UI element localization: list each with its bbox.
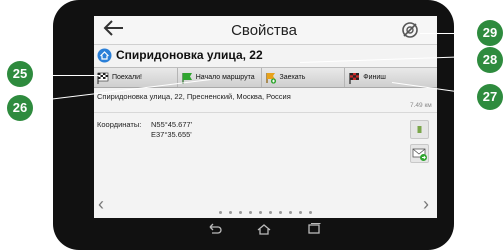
arrow-left-icon [103,20,123,36]
checkered-flag-icon [97,72,109,84]
via-flag-add-icon [265,72,276,84]
title-bar: Свойства [94,16,437,45]
android-home-icon[interactable] [256,222,272,236]
back-button[interactable] [102,19,126,41]
envelope-send-icon [412,148,427,161]
via-point-button[interactable]: Заехать [262,68,346,87]
finish-button[interactable]: Финиш [345,68,437,87]
gps-off-icon[interactable] [401,21,419,39]
page-title: Свойства [231,22,297,39]
coordinates-lat: N55°45.677' [151,120,193,129]
android-nav-bar [94,219,437,239]
home-icon [97,48,112,63]
map-pin-button[interactable] [410,120,429,139]
finish-label: Финиш [363,74,386,81]
callout-26: 26 [7,95,33,121]
callout-27: 27 [477,84,503,110]
page-dot[interactable] [309,211,312,214]
callout-25: 25 [7,61,33,87]
address-title: Спиридоновка улица, 22 [116,48,263,62]
android-recent-apps-icon[interactable] [306,222,322,236]
callout-25-line [32,75,100,76]
android-back-icon[interactable] [207,222,223,236]
route-toolbar: Поехали! Начало маршрута Заехать Финиш [94,67,437,88]
page-dot[interactable] [289,211,292,214]
full-address: Спиридоновка улица, 22, Пресненский, Мос… [97,92,291,101]
finish-flag-icon [349,72,360,84]
go-label: Поехали! [112,74,142,81]
address-header: Спиридоновка улица, 22 [94,45,437,67]
page-dot[interactable] [219,211,222,214]
callout-29-line [420,33,478,34]
page-dot[interactable] [279,211,282,214]
via-point-label: Заехать [279,74,306,81]
screen: Свойства Спиридоновка улица, 22 Поехали!… [94,16,437,218]
page-dot[interactable] [229,211,232,214]
route-start-button[interactable]: Начало маршрута [178,68,262,87]
coordinates-label: Координаты: [97,120,142,129]
page-dot[interactable] [239,211,242,214]
coordinates-lon: E37°35.655' [151,130,192,139]
page-dot[interactable] [249,211,252,214]
page-indicator [94,211,437,214]
map-pin-icon [417,126,422,133]
page-dot[interactable] [269,211,272,214]
distance-value: 7.49 км [410,102,432,109]
divider [94,112,437,113]
callout-28: 28 [477,47,503,73]
page-dot[interactable] [299,211,302,214]
send-sms-button[interactable] [410,144,429,163]
callout-29: 29 [477,20,503,46]
page-dot[interactable] [259,211,262,214]
